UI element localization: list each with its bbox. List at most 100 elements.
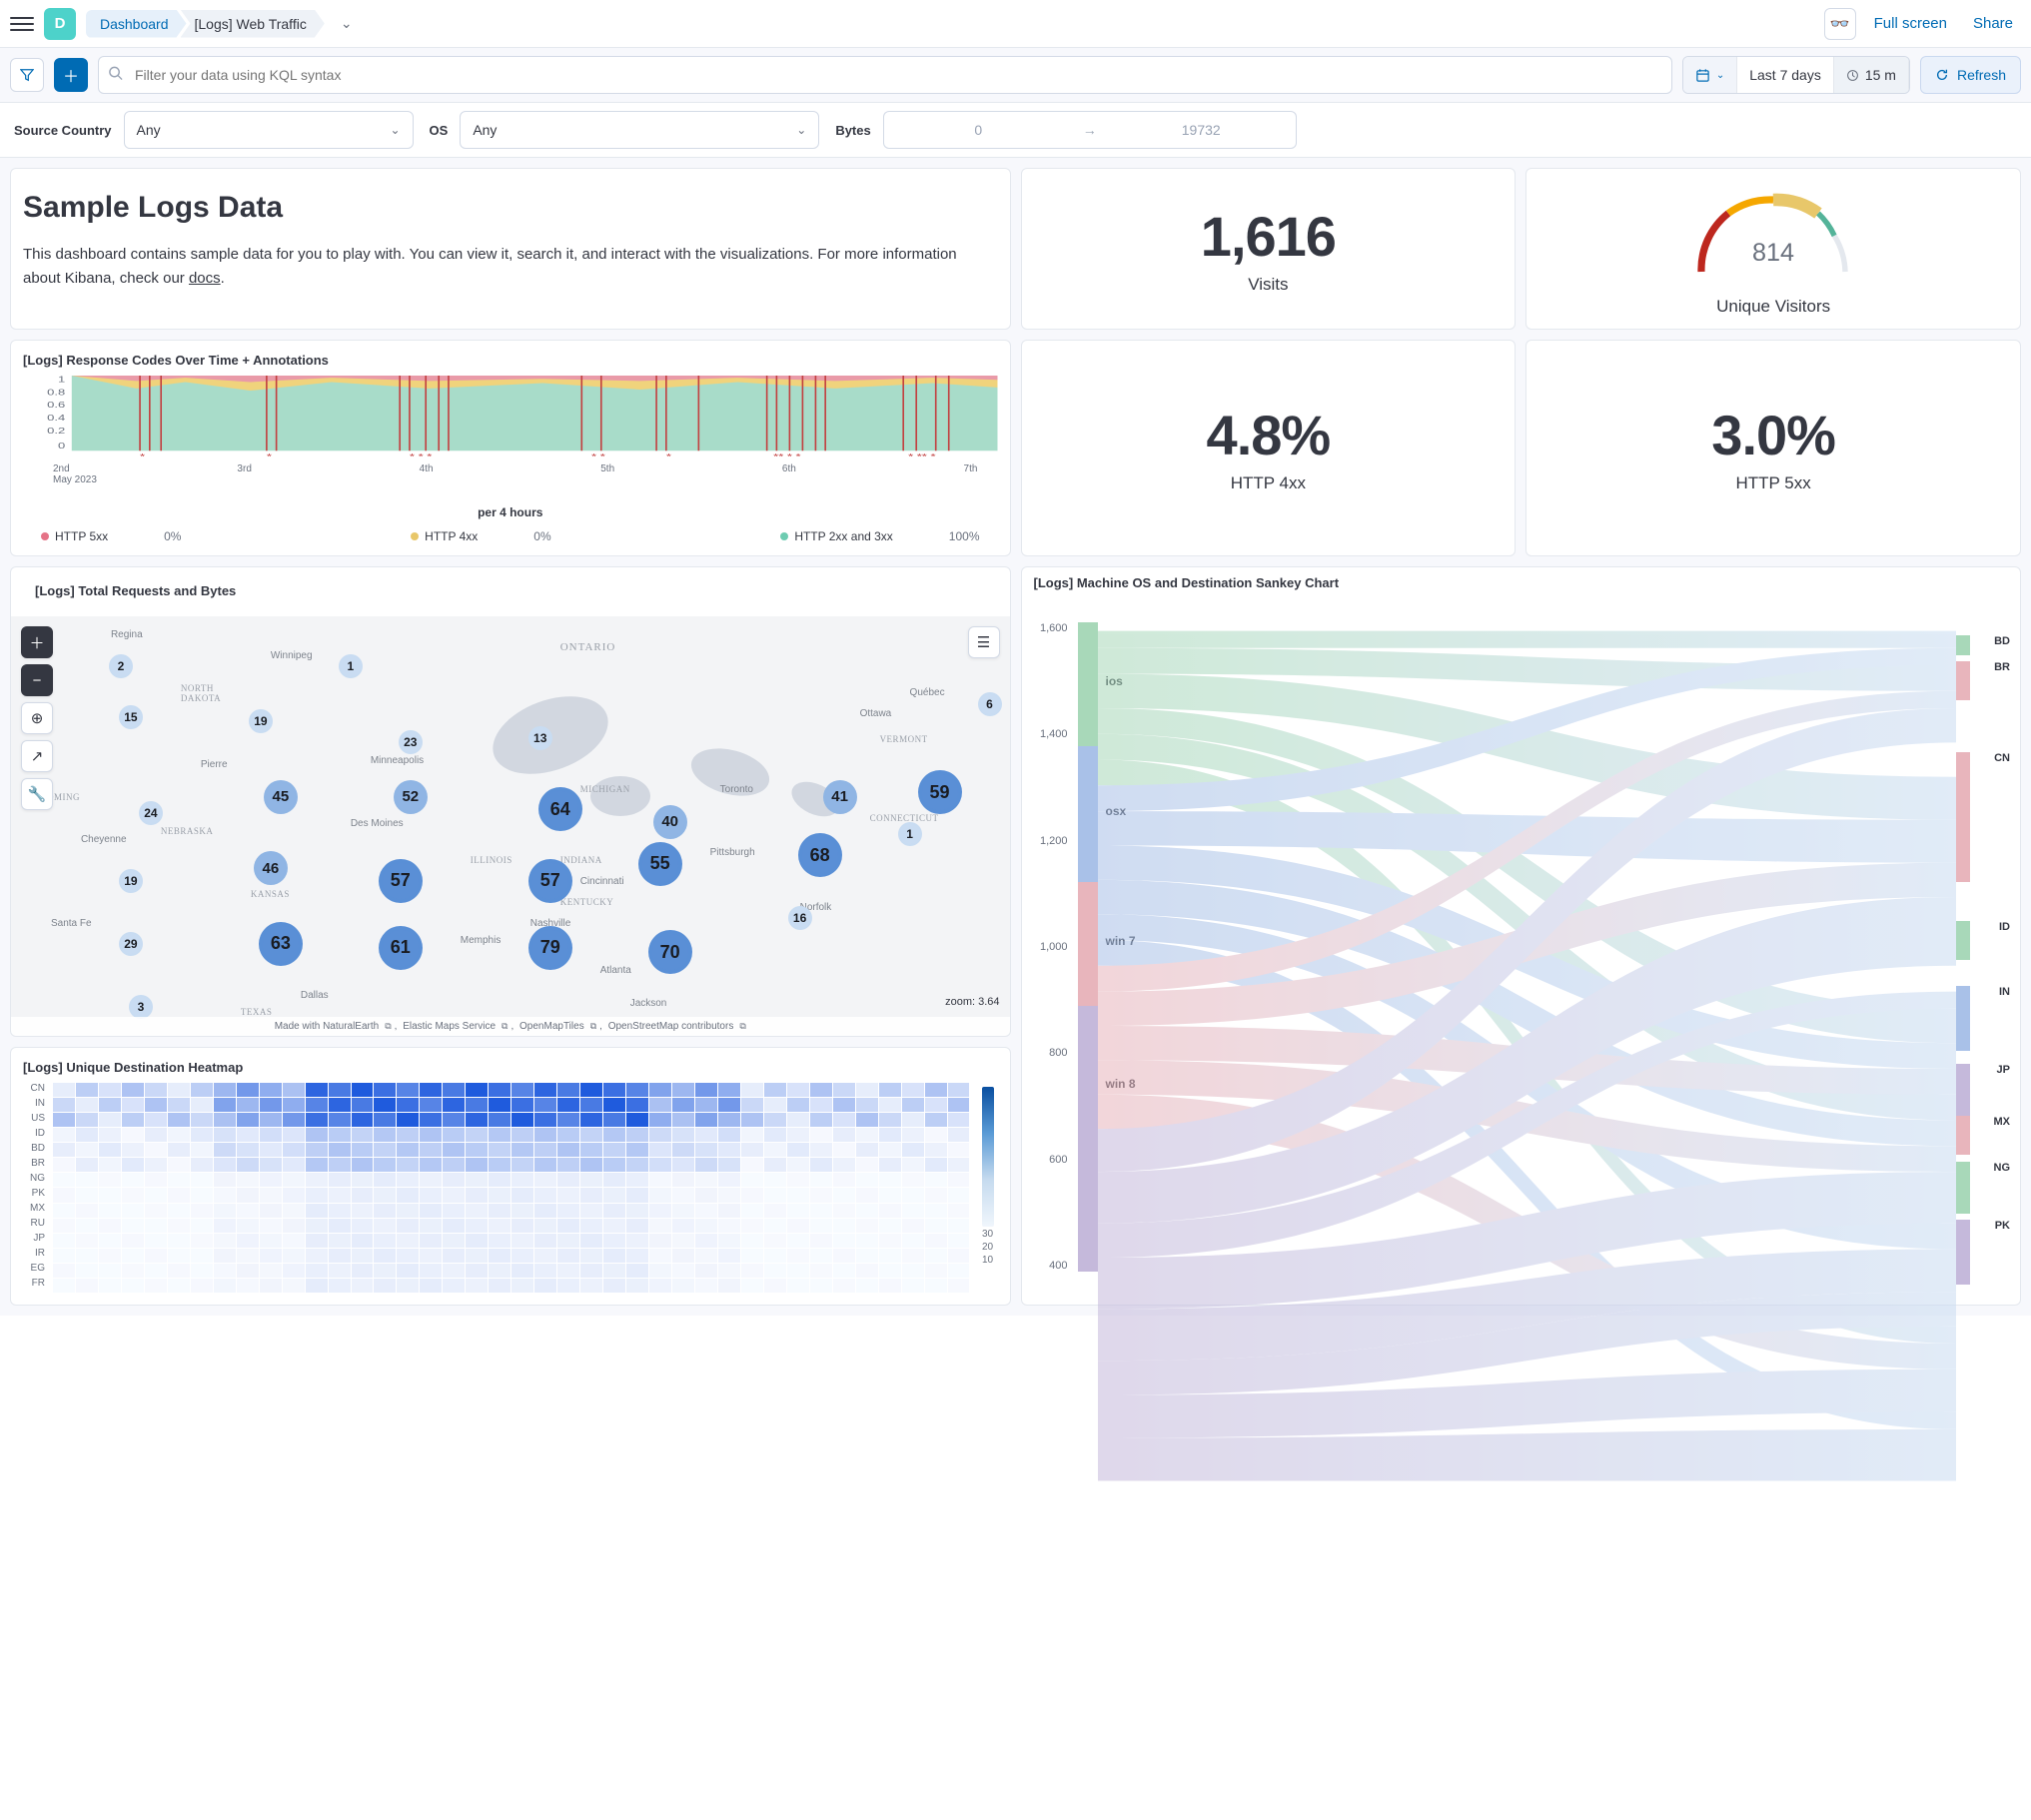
response-bucket-label: per 4 hours [23,505,998,519]
map-cluster[interactable]: 68 [798,833,842,877]
map-cluster[interactable]: 1 [339,654,363,678]
breadcrumb-current: [Logs] Web Traffic [181,10,325,38]
svg-text:*: * [267,453,273,461]
sankey-chart[interactable]: 1,6001,4001,2001,000800600400 ios osx wi… [1022,602,2021,1282]
bytes-min-input[interactable] [883,111,1073,149]
map-cluster[interactable]: 1 [898,822,922,846]
map-cluster[interactable]: 19 [119,869,143,893]
refresh-button[interactable]: Refresh [1920,56,2021,94]
draw-button[interactable]: ↗ [21,740,53,772]
fit-bounds-button[interactable]: ⊕ [21,702,53,734]
map-cluster[interactable]: 63 [259,922,303,966]
calendar-icon[interactable]: ⌄ [1683,57,1737,93]
map-cluster[interactable]: 55 [638,842,682,886]
filter-icon[interactable] [10,58,44,92]
zoom-in-button[interactable]: ＋ [21,626,53,658]
svg-text:* ** *: * ** * [908,453,936,461]
svg-text:*: * [666,453,672,461]
svg-text:0.6: 0.6 [47,401,65,410]
svg-text:814: 814 [1752,239,1794,267]
http-4xx-value: 4.8% [1207,403,1331,467]
os-label: OS [426,123,449,138]
sankey-dst-bd: BD [1994,635,2010,647]
sankey-panel: [Logs] Machine OS and Destination Sankey… [1021,566,2022,1306]
date-picker[interactable]: ⌄ Last 7 days 15 m [1682,56,1910,94]
map-canvas[interactable]: Regina Winnipeg ONTARIO NORTHDAKOTA WYOM… [11,616,1010,1036]
map-cluster[interactable]: 24 [139,801,163,825]
arrow-right-icon: → [1073,111,1107,149]
heatmap-legend: 30 20 10 [978,1083,998,1293]
map-cluster[interactable]: 15 [119,705,143,729]
map-cluster[interactable]: 45 [264,780,298,814]
add-filter-button[interactable]: ＋ [54,58,88,92]
svg-text:0.4: 0.4 [47,414,65,423]
map-cluster[interactable]: 57 [379,859,423,903]
sankey-dst-ng: NG [1994,1162,2011,1174]
map-cluster[interactable]: 2 [109,654,133,678]
map-cluster[interactable]: 70 [648,930,692,974]
os-select[interactable]: Any⌄ [460,111,819,149]
map-cluster[interactable]: 6 [978,692,1002,716]
response-x-sub: May 2023 [23,474,998,485]
response-legend: HTTP 5xx0% HTTP 4xx0% HTTP 2xx and 3xx10… [23,519,998,543]
svg-text:** * *: ** * * [773,453,801,461]
http-4xx-label: HTTP 4xx [1231,473,1306,493]
map-cluster[interactable]: 40 [653,805,687,839]
date-range-label[interactable]: Last 7 days [1737,57,1834,93]
news-icon[interactable]: 👓 [1824,8,1856,40]
heatmap-chart[interactable]: CNINUSIDBDBRNGPKMXRUJPIREGFR 30 20 10 [23,1083,998,1293]
http-5xx-panel: 3.0% HTTP 5xx [1525,340,2021,556]
source-country-select[interactable]: Any⌄ [124,111,414,149]
kql-search-input[interactable] [98,56,1672,94]
map-cluster[interactable]: 57 [528,859,572,903]
map-cluster[interactable]: 16 [788,906,812,930]
intro-body: This dashboard contains sample data for … [23,243,998,291]
map-cluster[interactable]: 29 [119,932,143,956]
refresh-interval[interactable]: 15 m [1834,57,1909,93]
map-cluster[interactable]: 59 [918,770,962,814]
map-cluster[interactable]: 46 [254,851,288,885]
gauge-chart: 814 [1683,181,1863,291]
bytes-label: Bytes [831,123,870,138]
sankey-dst-in: IN [1999,986,2010,998]
map-cluster[interactable]: 79 [528,926,572,970]
map-cluster[interactable]: 61 [379,926,423,970]
chevron-down-icon[interactable]: ⌄ [341,15,353,32]
tools-button[interactable]: 🔧 [21,778,53,810]
http-5xx-value: 3.0% [1711,403,1835,467]
http-4xx-panel: 4.8% HTTP 4xx [1021,340,1517,556]
zoom-out-button[interactable]: − [21,664,53,696]
svg-text:* * *: * * * [410,453,433,461]
sankey-dst-br: BR [1994,661,2010,673]
map-title: [Logs] Total Requests and Bytes [23,575,998,602]
unique-visitors-panel: 814 Unique Visitors [1525,168,2021,330]
map-cluster[interactable]: 19 [249,709,273,733]
docs-link[interactable]: docs [189,270,221,287]
breadcrumb-dashboard[interactable]: Dashboard [86,10,187,38]
source-country-label: Source Country [10,123,112,138]
sankey-y-axis: 1,6001,4001,2001,000800600400 [1028,622,1068,1272]
sankey-dst-jp: JP [1997,1064,2010,1076]
map-cluster[interactable]: 23 [399,730,423,754]
response-area-chart[interactable]: *** * ** **** * ** ** * 10.80.60.40.20 [23,376,998,461]
search-icon [108,66,123,85]
chevron-down-icon: ⌄ [390,123,400,137]
intro-heading: Sample Logs Data [23,191,998,225]
sankey-dst-cn: CN [1994,752,2010,764]
bytes-max-input[interactable] [1107,111,1297,149]
space-badge[interactable]: D [44,8,76,40]
gauge-label: Unique Visitors [1716,297,1830,317]
bytes-range: → [883,111,1297,149]
map-cluster[interactable]: 64 [538,787,582,831]
svg-text:1: 1 [58,376,65,385]
map-cluster[interactable]: 13 [528,726,552,750]
svg-text:0: 0 [58,442,65,451]
map-cluster[interactable]: 41 [823,780,857,814]
layers-button[interactable]: ☰ [968,626,1000,658]
menu-toggle-icon[interactable] [10,12,34,36]
share-link[interactable]: Share [1965,15,2021,32]
map-cluster[interactable]: 3 [129,995,153,1019]
map-cluster[interactable]: 52 [394,780,428,814]
response-x-axis: 2nd3rd4th5th6th7th [23,461,998,474]
full-screen-link[interactable]: Full screen [1866,15,1955,32]
